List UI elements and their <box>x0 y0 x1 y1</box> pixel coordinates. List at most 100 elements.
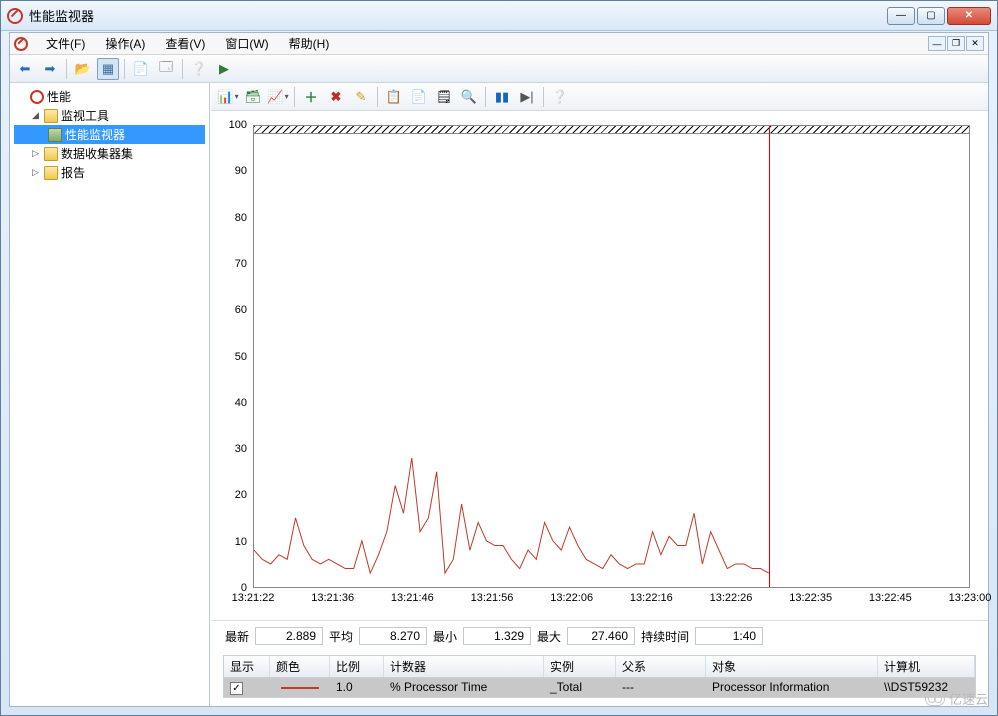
expander-icon[interactable]: ◢ <box>30 110 41 121</box>
min-label: 最小 <box>433 628 457 645</box>
counter-table[interactable]: 显示 颜色 比例 计数器 实例 父系 对象 计算机 ✓ 1.0 % Proces… <box>223 655 976 698</box>
forward-button[interactable]: ➡ <box>39 58 61 80</box>
col-instance[interactable]: 实例 <box>544 656 616 677</box>
monitor-icon <box>48 128 62 142</box>
copy-button[interactable]: 📋 <box>383 86 405 108</box>
avg-value: 8.270 <box>359 627 427 645</box>
expander-icon[interactable] <box>16 91 27 102</box>
window-title: 性能监视器 <box>29 6 887 25</box>
back-button[interactable]: ⬅ <box>14 58 36 80</box>
x-axis-labels: 13:21:2213:21:3613:21:4613:21:5613:22:06… <box>253 592 970 608</box>
cell-object: Processor Information <box>706 678 878 697</box>
chart-plot[interactable] <box>253 125 970 588</box>
watermark: 亿速云 <box>925 689 988 708</box>
col-counter[interactable]: 计数器 <box>384 656 544 677</box>
properties-button[interactable]: 🗒 <box>433 86 455 108</box>
client-area: 文件(F) 操作(A) 查看(V) 窗口(W) 帮助(H) ― ❐ ✕ ⬅ ➡ … <box>9 32 989 707</box>
col-parent[interactable]: 父系 <box>616 656 706 677</box>
col-scale[interactable]: 比例 <box>330 656 384 677</box>
checkbox-icon[interactable]: ✓ <box>230 682 243 695</box>
avg-label: 平均 <box>329 628 353 645</box>
paste-button[interactable]: 📄 <box>408 86 430 108</box>
separator-icon <box>543 87 544 107</box>
separator-icon <box>377 87 378 107</box>
graph-toolbar: 📊 🗃 📈 ＋ ✖ ✎ 📋 📄 🗒 🔍 ▮▮ ▶| ❔ <box>211 83 988 111</box>
change-graph-type-button[interactable]: 📈 <box>267 86 289 108</box>
titlebar[interactable]: 性能监视器 ― ▢ ✕ <box>1 1 997 31</box>
tree-label: 报告 <box>61 164 85 181</box>
run-button[interactable]: ▶ <box>213 58 235 80</box>
tree-root[interactable]: 性能 <box>14 87 205 106</box>
menu-action[interactable]: 操作(A) <box>95 33 155 54</box>
tree-reports[interactable]: ▷ 报告 <box>14 163 205 182</box>
tree-label: 性能 <box>47 88 71 105</box>
app-icon <box>7 8 23 24</box>
max-label: 最大 <box>537 628 561 645</box>
folder-icon <box>44 109 58 123</box>
separator-icon <box>294 87 295 107</box>
chart-area[interactable]: 0102030405060708090100 13:21:2213:21:361… <box>211 111 988 620</box>
cell-scale: 1.0 <box>330 678 384 697</box>
show-console-tree-button[interactable]: ▦ <box>97 58 119 80</box>
delete-counter-button[interactable]: ✖ <box>325 86 347 108</box>
mdi-restore-button[interactable]: ❐ <box>947 36 965 51</box>
max-value: 27.460 <box>567 627 635 645</box>
stats-row: 最新 2.889 平均 8.270 最小 1.329 最大 27.460 持续时… <box>211 620 988 651</box>
col-computer[interactable]: 计算机 <box>878 656 975 677</box>
y-axis-labels: 0102030405060708090100 <box>211 125 251 588</box>
col-color[interactable]: 颜色 <box>270 656 330 677</box>
performance-icon <box>30 90 44 104</box>
maximize-button[interactable]: ▢ <box>917 7 945 25</box>
tree-label: 监视工具 <box>61 107 109 124</box>
separator-icon <box>182 59 183 79</box>
open-button[interactable]: 📂 <box>72 58 94 80</box>
help-button[interactable]: ❔ <box>549 86 571 108</box>
freeze-button[interactable]: ▮▮ <box>491 86 513 108</box>
latest-value: 2.889 <box>255 627 323 645</box>
col-show[interactable]: 显示 <box>224 656 270 677</box>
separator-icon <box>485 87 486 107</box>
menu-view[interactable]: 查看(V) <box>155 33 215 54</box>
menu-file[interactable]: 文件(F) <box>36 33 95 54</box>
tree-data-collector-sets[interactable]: ▷ 数据收集器集 <box>14 144 205 163</box>
close-button[interactable]: ✕ <box>947 7 991 25</box>
col-object[interactable]: 对象 <box>706 656 878 677</box>
expander-icon[interactable]: ▷ <box>30 148 41 159</box>
window-frame: 性能监视器 ― ▢ ✕ 文件(F) 操作(A) 查看(V) 窗口(W) 帮助(H… <box>0 0 998 716</box>
cell-show[interactable]: ✓ <box>224 678 270 697</box>
mdi-close-button[interactable]: ✕ <box>966 36 984 51</box>
tree-monitoring-tools[interactable]: ◢ 监视工具 <box>14 106 205 125</box>
folder-icon <box>44 147 58 161</box>
menu-window[interactable]: 窗口(W) <box>215 33 278 54</box>
export-button[interactable]: 🗔 <box>155 58 177 80</box>
minimize-button[interactable]: ― <box>887 7 915 25</box>
add-counter-button[interactable]: ＋ <box>300 86 322 108</box>
duration-label: 持续时间 <box>641 628 689 645</box>
highlight-button[interactable]: ✎ <box>350 86 372 108</box>
view-current-button[interactable]: 🗃 <box>242 86 264 108</box>
tree-performance-monitor[interactable]: 性能监视器 <box>14 125 205 144</box>
view-log-data-button[interactable]: 📊 <box>217 86 239 108</box>
menu-help[interactable]: 帮助(H) <box>279 33 340 54</box>
nav-tree[interactable]: 性能 ◢ 监视工具 性能监视器 ▷ 数据收集器集 ▷ <box>10 83 210 706</box>
watermark-text: 亿速云 <box>949 689 988 708</box>
time-cursor[interactable] <box>769 126 770 587</box>
cell-instance: _Total <box>544 678 616 697</box>
help-button[interactable]: ❔ <box>188 58 210 80</box>
mdi-minimize-button[interactable]: ― <box>928 36 946 51</box>
folder-icon <box>44 166 58 180</box>
color-swatch <box>281 687 319 689</box>
cell-counter: % Processor Time <box>384 678 544 697</box>
properties-button[interactable]: 📄 <box>130 58 152 80</box>
tree-label: 数据收集器集 <box>61 145 133 162</box>
zoom-button[interactable]: 🔍 <box>458 86 480 108</box>
table-row[interactable]: ✓ 1.0 % Processor Time _Total --- Proces… <box>224 678 975 697</box>
expander-icon[interactable]: ▷ <box>30 167 41 178</box>
min-value: 1.329 <box>463 627 531 645</box>
cell-color <box>270 678 330 697</box>
content-pane: 📊 🗃 📈 ＋ ✖ ✎ 📋 📄 🗒 🔍 ▮▮ ▶| ❔ <box>210 83 988 706</box>
update-button[interactable]: ▶| <box>516 86 538 108</box>
separator-icon <box>124 59 125 79</box>
table-header[interactable]: 显示 颜色 比例 计数器 实例 父系 对象 计算机 <box>224 656 975 678</box>
tree-label: 性能监视器 <box>65 126 125 143</box>
